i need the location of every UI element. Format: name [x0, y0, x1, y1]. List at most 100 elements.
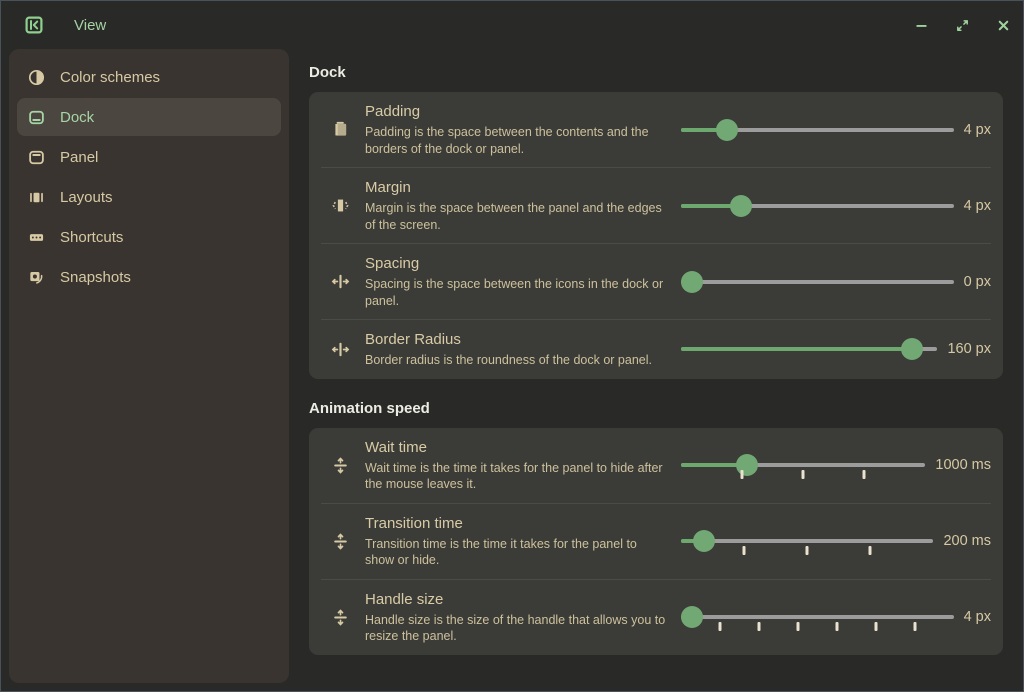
- setting-description: Spacing is the space between the icons i…: [365, 276, 667, 309]
- window-controls: [914, 18, 1011, 33]
- sidebar-item-label: Dock: [60, 109, 94, 126]
- sidebar-item-dock[interactable]: Dock: [17, 98, 281, 136]
- setting-title: Spacing: [365, 254, 667, 273]
- setting-description: Padding is the space between the content…: [365, 124, 667, 157]
- setting-row-spacing: Spacing Spacing is the space between the…: [321, 243, 991, 319]
- slider-value: 160 px: [947, 341, 991, 357]
- sidebar-item-panel[interactable]: Panel: [17, 138, 281, 176]
- settings-card: Padding Padding is the space between the…: [309, 92, 1003, 379]
- padding-slider[interactable]: [681, 116, 954, 144]
- setting-description: Transition time is the time it takes for…: [365, 536, 667, 569]
- slider-tick: [802, 470, 805, 479]
- setting-row-handle-size: Handle size Handle size is the size of t…: [321, 579, 991, 655]
- slider-tick: [743, 546, 746, 555]
- wait-time-slider[interactable]: [681, 451, 925, 479]
- settings-card: Wait time Wait time is the time it takes…: [309, 428, 1003, 655]
- sidebar-item-layouts[interactable]: Layouts: [17, 178, 281, 216]
- slider-value: 4 px: [964, 609, 991, 625]
- setting-title: Handle size: [365, 590, 667, 609]
- window-body: Color schemes Dock Panel Layouts Shortcu…: [1, 49, 1023, 691]
- border-radius-slider-handle[interactable]: [901, 338, 923, 360]
- slider-tick: [869, 546, 872, 555]
- setting-title: Padding: [365, 102, 667, 121]
- slider-tick: [741, 470, 744, 479]
- layouts-icon: [28, 189, 45, 206]
- slider-tick: [835, 622, 838, 631]
- transition-time-slider[interactable]: [681, 527, 933, 555]
- spacing-icon: [331, 272, 350, 291]
- sidebar-item-label: Snapshots: [60, 269, 131, 286]
- setting-row-border-radius: Border Radius Border radius is the round…: [321, 319, 991, 379]
- margin-slider[interactable]: [681, 192, 954, 220]
- slider-tick: [796, 622, 799, 631]
- settings-section: Dock Padding Padding is the space betwee…: [309, 64, 1003, 379]
- split-vertical-icon: [331, 608, 350, 627]
- section-title: Dock: [309, 64, 1003, 81]
- setting-row-wait-time: Wait time Wait time is the time it takes…: [321, 428, 991, 503]
- spacing-slider-handle[interactable]: [681, 271, 703, 293]
- spacing-slider[interactable]: [681, 268, 954, 296]
- main-content: Dock Padding Padding is the space betwee…: [289, 49, 1023, 691]
- sidebar-item-label: Color schemes: [60, 69, 160, 86]
- setting-row-transition-time: Transition time Transition time is the t…: [321, 503, 991, 579]
- sidebar-item-shortcuts[interactable]: Shortcuts: [17, 218, 281, 256]
- wait-time-slider-handle[interactable]: [736, 454, 758, 476]
- split-vertical-icon: [331, 456, 350, 475]
- slider-tick: [806, 546, 809, 555]
- setting-description: Border radius is the roundness of the do…: [365, 352, 667, 369]
- section-title: Animation speed: [309, 400, 1003, 417]
- setting-title: Margin: [365, 178, 667, 197]
- settings-window: View Color schemes Dock Panel Layouts Sh…: [0, 0, 1024, 692]
- padding-icon: [331, 120, 350, 139]
- transition-time-slider-handle[interactable]: [693, 530, 715, 552]
- slider-value: 4 px: [964, 198, 991, 214]
- setting-row-margin: Margin Margin is the space between the p…: [321, 167, 991, 243]
- slider-value: 0 px: [964, 274, 991, 290]
- handle-size-slider[interactable]: [681, 603, 954, 631]
- split-vertical-icon: [331, 532, 350, 551]
- slider-tick: [863, 470, 866, 479]
- slider-value: 200 ms: [943, 533, 991, 549]
- maximize-icon[interactable]: [955, 18, 970, 33]
- sidebar-item-snapshots[interactable]: Snapshots: [17, 258, 281, 296]
- slider-track[interactable]: [681, 615, 954, 619]
- setting-title: Wait time: [365, 438, 667, 457]
- close-icon[interactable]: [996, 18, 1011, 33]
- shortcuts-icon: [28, 229, 45, 246]
- panel-icon: [28, 149, 45, 166]
- setting-row-padding: Padding Padding is the space between the…: [321, 92, 991, 167]
- sidebar-item-label: Layouts: [60, 189, 113, 206]
- minimize-icon[interactable]: [914, 18, 929, 33]
- menu-view[interactable]: View: [74, 17, 106, 34]
- sidebar-item-label: Panel: [60, 149, 98, 166]
- dock-icon: [28, 109, 45, 126]
- sidebar-item-color-schemes[interactable]: Color schemes: [17, 58, 281, 96]
- slider-track[interactable]: [681, 539, 933, 543]
- setting-description: Wait time is the time it takes for the p…: [365, 460, 667, 493]
- settings-section: Animation speed Wait time Wait time is t…: [309, 400, 1003, 655]
- sidebar: Color schemes Dock Panel Layouts Shortcu…: [9, 49, 289, 683]
- slider-fill: [681, 347, 912, 351]
- setting-title: Border Radius: [365, 330, 667, 349]
- slider-tick: [913, 622, 916, 631]
- slider-tick: [874, 622, 877, 631]
- margin-icon: [331, 196, 350, 215]
- border-radius-slider[interactable]: [681, 335, 937, 363]
- slider-value: 1000 ms: [935, 457, 991, 473]
- snapshots-icon: [28, 269, 45, 286]
- titlebar: View: [1, 1, 1023, 49]
- slider-tick: [718, 622, 721, 631]
- setting-title: Transition time: [365, 514, 667, 533]
- slider-track[interactable]: [681, 280, 954, 284]
- setting-description: Handle size is the size of the handle th…: [365, 612, 667, 645]
- slider-tick: [757, 622, 760, 631]
- border-radius-icon: [331, 340, 350, 359]
- handle-size-slider-handle[interactable]: [681, 606, 703, 628]
- slider-value: 4 px: [964, 122, 991, 138]
- sidebar-item-label: Shortcuts: [60, 229, 123, 246]
- setting-description: Margin is the space between the panel an…: [365, 200, 667, 233]
- contrast-icon: [28, 69, 45, 86]
- padding-slider-handle[interactable]: [716, 119, 738, 141]
- margin-slider-handle[interactable]: [730, 195, 752, 217]
- app-logo-icon: [25, 16, 43, 34]
